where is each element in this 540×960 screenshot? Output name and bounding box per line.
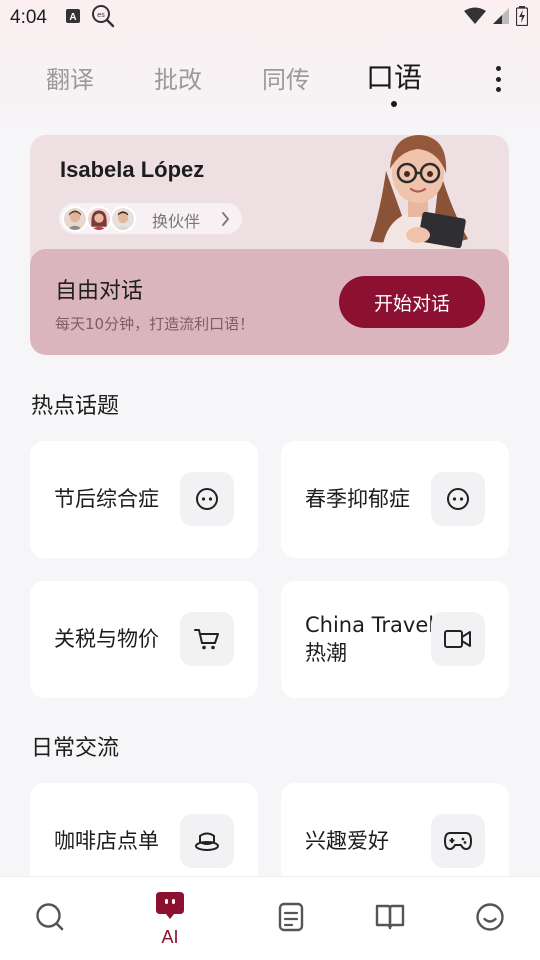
shopping-cart-icon <box>180 612 234 666</box>
topic-label: 兴趣爱好 <box>305 829 389 853</box>
topic-label: 关税与物价 <box>54 627 159 651</box>
tab-translate[interactable]: 翻译 <box>46 60 94 95</box>
topic-card[interactable]: China Travel 热潮 <box>281 581 509 698</box>
signal-icon <box>492 7 510 30</box>
more-vertical-icon[interactable] <box>486 66 510 92</box>
keyboard-a-icon: A <box>65 8 81 29</box>
partner-avatar-illustration <box>370 135 468 251</box>
book-icon <box>374 903 406 936</box>
smile-face-icon <box>475 902 505 937</box>
topic-card[interactable]: 节后综合症 <box>30 441 258 558</box>
start-chat-button[interactable]: 开始对话 <box>339 276 485 328</box>
topic-label: China Travel 热潮 <box>305 613 435 665</box>
hot-topics-title: 热点话题 <box>31 394 120 419</box>
nav-notes[interactable] <box>241 877 341 960</box>
tab-interpretation[interactable]: 同传 <box>262 60 310 95</box>
tab-correction[interactable]: 批改 <box>154 60 202 95</box>
es-search-icon: es <box>91 4 115 33</box>
partner-avatar-1 <box>62 206 88 232</box>
video-camera-icon <box>431 612 485 666</box>
daily-title: 日常交流 <box>31 736 120 761</box>
partner-avatar-3 <box>110 206 136 232</box>
svg-text:es: es <box>97 12 105 19</box>
nav-book[interactable] <box>340 877 440 960</box>
nav-search[interactable] <box>0 877 100 960</box>
partner-name: Isabela López <box>60 157 205 182</box>
nav-ai[interactable]: AI <box>120 877 220 960</box>
switch-partner-button[interactable]: 换伙伴 <box>59 203 242 234</box>
free-chat-title: 自由对话 <box>55 279 144 304</box>
tab-speaking[interactable]: 口语 <box>366 56 422 96</box>
battery-charging-icon <box>515 5 529 31</box>
status-bar: 4:04 A es <box>0 0 540 36</box>
svg-text:A: A <box>69 12 76 23</box>
bottom-nav: AI <box>0 876 540 960</box>
partner-avatar-2 <box>86 206 112 232</box>
status-time: 4:04 <box>10 7 47 28</box>
notes-icon <box>278 902 304 937</box>
gamepad-icon <box>431 814 485 868</box>
chevron-right-icon <box>221 212 230 231</box>
free-chat-subtitle: 每天10分钟，打造流利口语！ <box>55 315 255 333</box>
topic-label: 春季抑郁症 <box>305 487 410 511</box>
ai-bot-icon <box>154 890 186 925</box>
active-tab-indicator <box>391 101 397 107</box>
topic-card[interactable]: 关税与物价 <box>30 581 258 698</box>
top-tab-bar: 翻译 批改 同传 口语 <box>0 52 540 112</box>
partner-card: Isabela López 换伙伴 自由对话 每天10分钟，打造流利口语！ 开始… <box>30 135 509 355</box>
chat-face-icon <box>431 472 485 526</box>
coffee-cup-icon <box>180 814 234 868</box>
free-chat-panel: 自由对话 每天10分钟，打造流利口语！ 开始对话 <box>30 249 509 355</box>
search-icon <box>35 902 65 937</box>
topic-label: 咖啡店点单 <box>54 829 159 853</box>
switch-partner-label: 换伙伴 <box>152 212 201 231</box>
topic-card[interactable]: 春季抑郁症 <box>281 441 509 558</box>
chat-face-icon <box>180 472 234 526</box>
nav-ai-label: AI <box>161 927 179 947</box>
topic-label: 节后综合症 <box>54 487 159 511</box>
wifi-icon <box>464 7 486 30</box>
nav-profile[interactable] <box>440 877 540 960</box>
